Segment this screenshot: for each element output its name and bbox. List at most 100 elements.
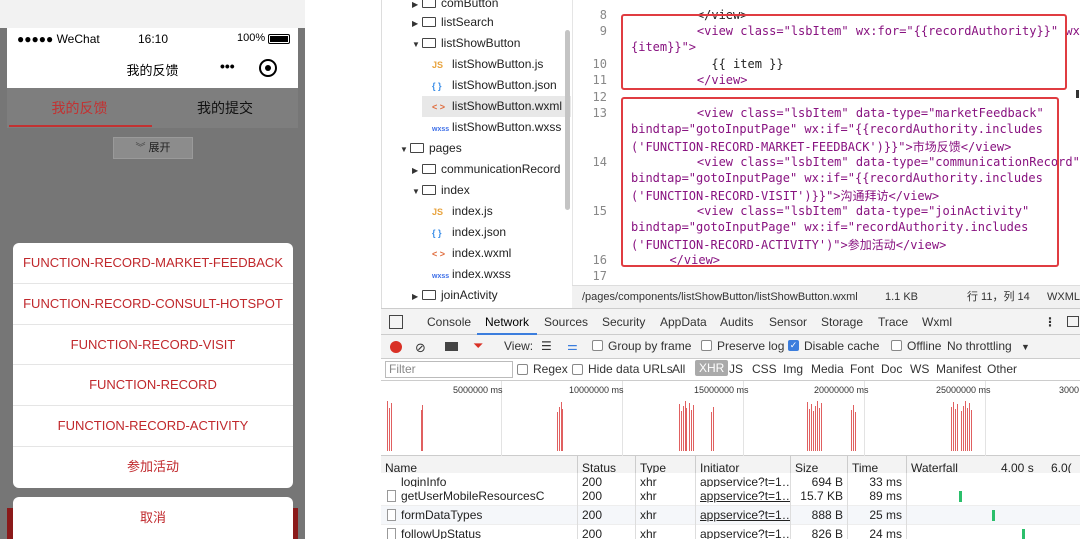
action-sheet-item[interactable]: FUNCTION-RECORD-VISIT <box>13 325 293 366</box>
code-editor[interactable]: 8 9 10 11 12 13 14 15 16 17 </view> <vie… <box>572 0 1080 285</box>
tab-audits[interactable]: Audits <box>720 315 753 329</box>
timeline-request-bar <box>809 409 810 451</box>
tree-folder[interactable]: ▼ index <box>412 180 470 201</box>
tree-scrollbar[interactable] <box>565 30 570 210</box>
table-row[interactable]: followUpStatus 200 xhr appservice?t=1… 8… <box>381 525 1080 539</box>
js-file-icon: JS <box>432 60 444 70</box>
dropdown-arrow-icon: ▼ <box>1021 342 1030 352</box>
folder-icon <box>422 0 436 8</box>
tab-sources[interactable]: Sources <box>544 315 588 329</box>
tree-folder[interactable]: ▶ communicationRecord <box>412 159 560 180</box>
waterfall-view-icon[interactable]: ⚌ <box>567 339 578 353</box>
tree-file[interactable]: { } index.json <box>432 222 506 243</box>
type-filter-manifest[interactable]: Manifest <box>936 362 981 376</box>
tree-file[interactable]: { } listShowButton.json <box>432 75 557 96</box>
tree-file-selected[interactable]: < > listShowButton.wxml <box>422 96 571 117</box>
caret-down-icon: ▼ <box>412 187 420 196</box>
timeline-request-bar <box>951 407 952 451</box>
tree-file[interactable]: JS listShowButton.js <box>432 54 543 75</box>
camera-icon[interactable] <box>445 342 458 351</box>
timeline-request-bar <box>813 411 814 451</box>
cell-initiator[interactable]: appservice?t=1… <box>696 506 791 525</box>
tree-label: pages <box>429 141 462 155</box>
tree-file[interactable]: JS index.js <box>432 201 493 222</box>
cell-initiator[interactable]: appservice?t=1… <box>696 487 791 506</box>
type-filter-doc[interactable]: Doc <box>881 362 902 376</box>
inspect-icon[interactable] <box>389 315 403 329</box>
tree-file[interactable]: wxss index.wxss <box>432 264 511 285</box>
type-filter-font[interactable]: Font <box>850 362 874 376</box>
cell-initiator[interactable]: appservice?t=1… <box>696 525 791 539</box>
json-file-icon: { } <box>432 81 442 91</box>
status-bar: ●●●●● WeChat 16:10 100% <box>7 28 298 50</box>
tree-file[interactable]: < > index.wxml <box>432 243 511 264</box>
action-sheet-item[interactable]: FUNCTION-RECORD <box>13 365 293 407</box>
regex-checkbox[interactable] <box>517 364 528 375</box>
type-filter-all[interactable]: All <box>672 362 685 376</box>
hide-data-urls-checkbox[interactable] <box>572 364 583 375</box>
close-capsule-icon[interactable] <box>259 59 277 77</box>
tree-file[interactable]: wxss listShowButton.wxss <box>432 117 561 138</box>
table-row[interactable]: formDataTypes 200 xhr appservice?t=1… 88… <box>381 506 1080 525</box>
tree-folder[interactable]: ▶ listSearch <box>412 12 494 33</box>
more-icon[interactable]: ••• <box>220 58 235 74</box>
throttling-select[interactable]: No throttling ▼ <box>947 339 1030 353</box>
group-by-frame-checkbox[interactable] <box>592 340 603 351</box>
timeline-request-bar <box>686 408 687 451</box>
record-icon[interactable] <box>390 341 402 353</box>
tab-security[interactable]: Security <box>602 315 645 329</box>
tab-my-feedback[interactable]: 我的反馈 <box>7 88 152 128</box>
type-filter-media[interactable]: Media <box>811 362 844 376</box>
action-sheet-item[interactable]: FUNCTION-RECORD-MARKET-FEEDBACK <box>13 243 293 284</box>
type-filter-other[interactable]: Other <box>987 362 1017 376</box>
tree-folder[interactable]: ▼ pages <box>400 138 462 159</box>
tab-network[interactable]: Network <box>485 315 529 329</box>
action-sheet-item[interactable]: 参加活动 <box>13 447 293 488</box>
language-mode[interactable]: WXML <box>1047 286 1080 308</box>
dock-icon[interactable] <box>1067 316 1079 327</box>
type-filter-css[interactable]: CSS <box>752 362 777 376</box>
kebab-menu-icon[interactable]: ⋮ <box>1044 315 1056 329</box>
timeline-request-bar <box>821 403 822 451</box>
tab-sensor[interactable]: Sensor <box>769 315 807 329</box>
tree-label: index.wxml <box>452 246 512 260</box>
timeline-request-bar <box>693 405 694 451</box>
tree-label: index <box>441 183 470 197</box>
timeline-request-bar <box>391 403 392 451</box>
cancel-button[interactable]: 取消 <box>13 497 293 539</box>
type-filter-js[interactable]: JS <box>729 362 743 376</box>
expand-button[interactable]: ︾ 展开 <box>113 137 193 159</box>
tree-folder[interactable]: ▶ joinActivity <box>412 285 498 306</box>
timeline-tick: 15000000 ms <box>694 385 749 395</box>
disable-cache-checkbox[interactable]: ✓ <box>788 340 799 351</box>
filter-bar: Filter Regex Hide data URLs All XHR JS C… <box>381 359 1080 381</box>
tab-wxml[interactable]: Wxml <box>922 315 952 329</box>
caret-right-icon: ▶ <box>412 292 419 301</box>
clear-icon[interactable]: ⊘ <box>415 340 426 356</box>
type-filter-xhr[interactable]: XHR <box>695 360 729 376</box>
tab-my-submissions[interactable]: 我的提交 <box>152 88 298 128</box>
type-filter-ws[interactable]: WS <box>910 362 929 376</box>
timeline-request-bar <box>815 406 816 451</box>
action-sheet-item[interactable]: FUNCTION-RECORD-ACTIVITY <box>13 406 293 447</box>
network-overview-timeline[interactable]: 5000000 ms 10000000 ms 15000000 ms 20000… <box>381 381 1080 456</box>
list-view-icon[interactable]: ☰ <box>541 339 552 353</box>
tab-appdata[interactable]: AppData <box>660 315 707 329</box>
filter-icon[interactable]: ⏷ <box>473 338 483 354</box>
tab-storage[interactable]: Storage <box>821 315 863 329</box>
action-sheet-item[interactable]: FUNCTION-RECORD-CONSULT-HOTSPOT <box>13 284 293 325</box>
type-filter-img[interactable]: Img <box>783 362 803 376</box>
tree-folder[interactable]: ▼ listShowButton <box>412 33 520 54</box>
table-row[interactable]: getUserMobileResourcesC 200 xhr appservi… <box>381 487 1080 506</box>
timeline-request-bar <box>961 411 962 451</box>
offline-checkbox[interactable] <box>891 340 902 351</box>
tab-console[interactable]: Console <box>427 315 471 329</box>
line-number: 9 <box>599 24 607 38</box>
tab-trace[interactable]: Trace <box>878 315 908 329</box>
preserve-log-checkbox[interactable] <box>701 340 712 351</box>
filter-input[interactable]: Filter <box>385 361 513 378</box>
highlight-box <box>621 14 1067 90</box>
tree-label: listShowButton.wxss <box>452 120 562 134</box>
double-chevron-down-icon: ︾ <box>135 143 146 154</box>
line-number: 12 <box>592 90 607 104</box>
